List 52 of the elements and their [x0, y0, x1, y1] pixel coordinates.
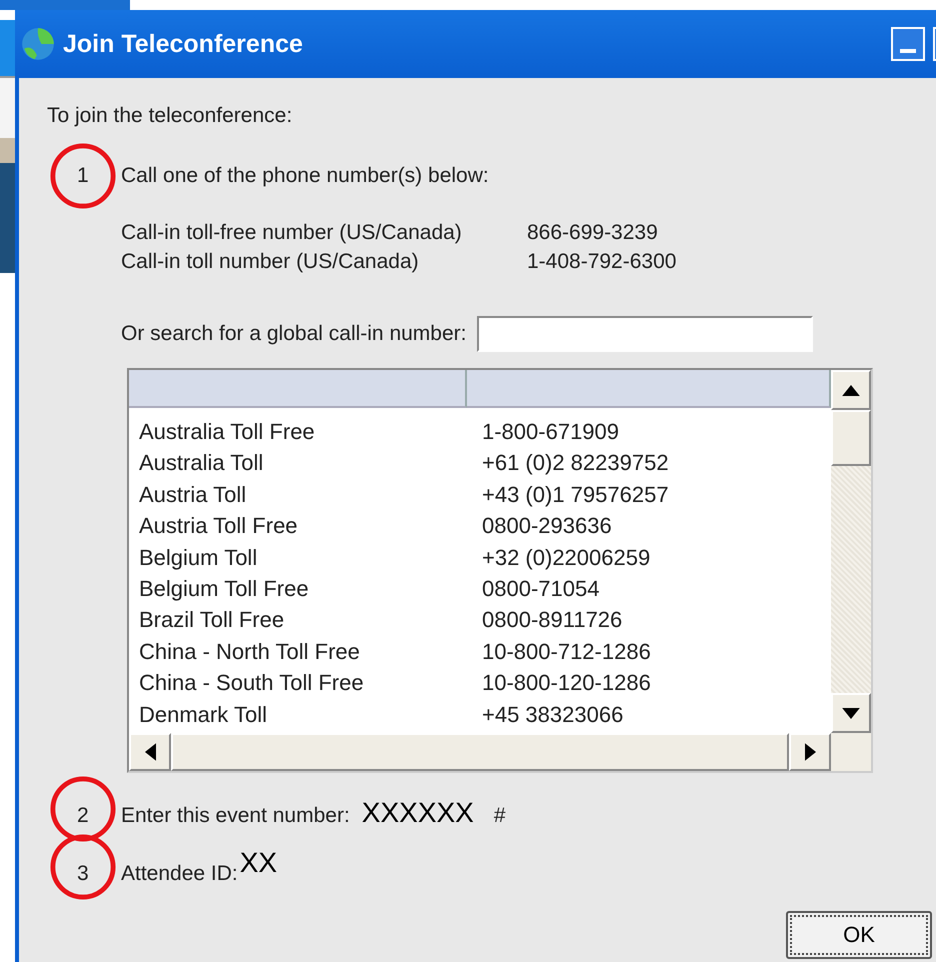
ok-button[interactable]: OK	[786, 911, 932, 959]
table-cell-text: Denmark Toll	[139, 700, 268, 729]
globe-icon	[21, 27, 55, 61]
table-cell-text: China - North Toll Free	[139, 638, 361, 666]
step-number: 3	[77, 862, 90, 886]
instruction-text: To join the teleconference:	[47, 104, 294, 129]
table-cell-text: 0800-8911726	[482, 606, 622, 634]
table-cell-text: 10-800-120-1286	[482, 669, 651, 698]
phone-number: 1-408-792-6300	[527, 249, 676, 275]
table-cell-text: China - South Toll Free	[139, 669, 365, 698]
scroll-up-button[interactable]	[831, 370, 871, 410]
right-arrow-icon	[804, 743, 816, 761]
left-arrow-icon	[144, 743, 156, 761]
table-cell-text: +61 (0)2 82239752	[482, 449, 669, 478]
step-text: Attendee ID:	[121, 862, 238, 886]
redacted-value: XXXXXX	[362, 797, 474, 829]
minimize-button[interactable]	[891, 27, 925, 61]
step-number: 2	[77, 804, 90, 828]
scroll-thumb[interactable]	[831, 410, 871, 466]
redacted-value: XX	[240, 847, 278, 879]
vertical-scrollbar[interactable]	[831, 370, 871, 733]
table-cell-text: 0800-293636	[482, 512, 612, 540]
phone-number: 866-699-3239	[527, 220, 658, 246]
search-label: Or search for a global call-in number:	[121, 322, 466, 346]
table-cell-text: Belgium Toll	[139, 544, 258, 572]
down-arrow-icon	[842, 708, 860, 718]
table-cell-text: Australia Toll	[139, 449, 264, 478]
window-title: Join Teleconference	[63, 30, 303, 58]
table-cell-text: Belgium Toll Free	[139, 575, 310, 604]
table-cell-text: 1-800-671909	[482, 418, 620, 446]
table-cell-text: 0800-71054	[482, 575, 600, 604]
scrollbar-corner	[831, 733, 871, 771]
step-number: 1	[77, 164, 90, 188]
table-cell-text: Brazil Toll Free	[139, 606, 286, 634]
hash-sign: #	[494, 804, 506, 828]
table-cell-text: Austria Toll	[139, 480, 248, 509]
scroll-down-button[interactable]	[831, 693, 871, 733]
table-cell-text: 10-800-712-1286	[482, 638, 651, 666]
search-field[interactable]	[476, 316, 812, 352]
table-cell-text: Australia Toll Free	[139, 418, 316, 446]
up-arrow-icon	[842, 384, 860, 396]
scroll-right-button[interactable]	[789, 733, 831, 771]
table-cell-text: +43 (0)1 79576257	[482, 480, 669, 509]
table-cell-text: +45 38323066	[482, 700, 624, 729]
scroll-left-button[interactable]	[129, 733, 171, 771]
horizontal-scroll-thumb[interactable]	[171, 733, 789, 771]
table-cell-text: +32 (0)22006259	[482, 544, 650, 572]
step-text: Enter this event number:	[121, 804, 350, 828]
step-text: Call one of the phone number(s) below:	[121, 164, 489, 188]
table-cell-text: Austria Toll Free	[139, 512, 299, 540]
call-in-label: Call-in toll number (US/Canada)	[121, 249, 420, 275]
call-in-label: Call-in toll-free number (US/Canada)	[121, 220, 463, 246]
